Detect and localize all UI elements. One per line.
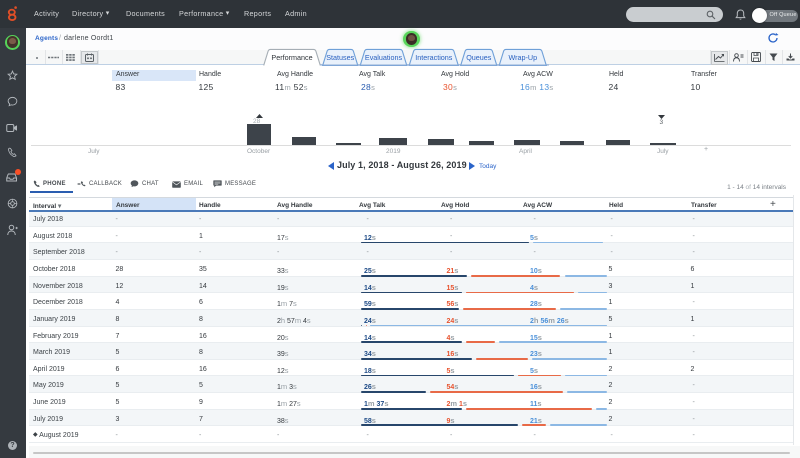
svg-text:Evaluations: Evaluations — [365, 53, 403, 62]
svg-text:Wrap-Up: Wrap-Up — [508, 53, 537, 62]
svg-text:Interactions: Interactions — [415, 53, 453, 62]
svg-text:Performance: Performance — [271, 53, 312, 62]
svg-text:Statuses: Statuses — [326, 53, 354, 62]
svg-text:Queues: Queues — [466, 53, 492, 62]
